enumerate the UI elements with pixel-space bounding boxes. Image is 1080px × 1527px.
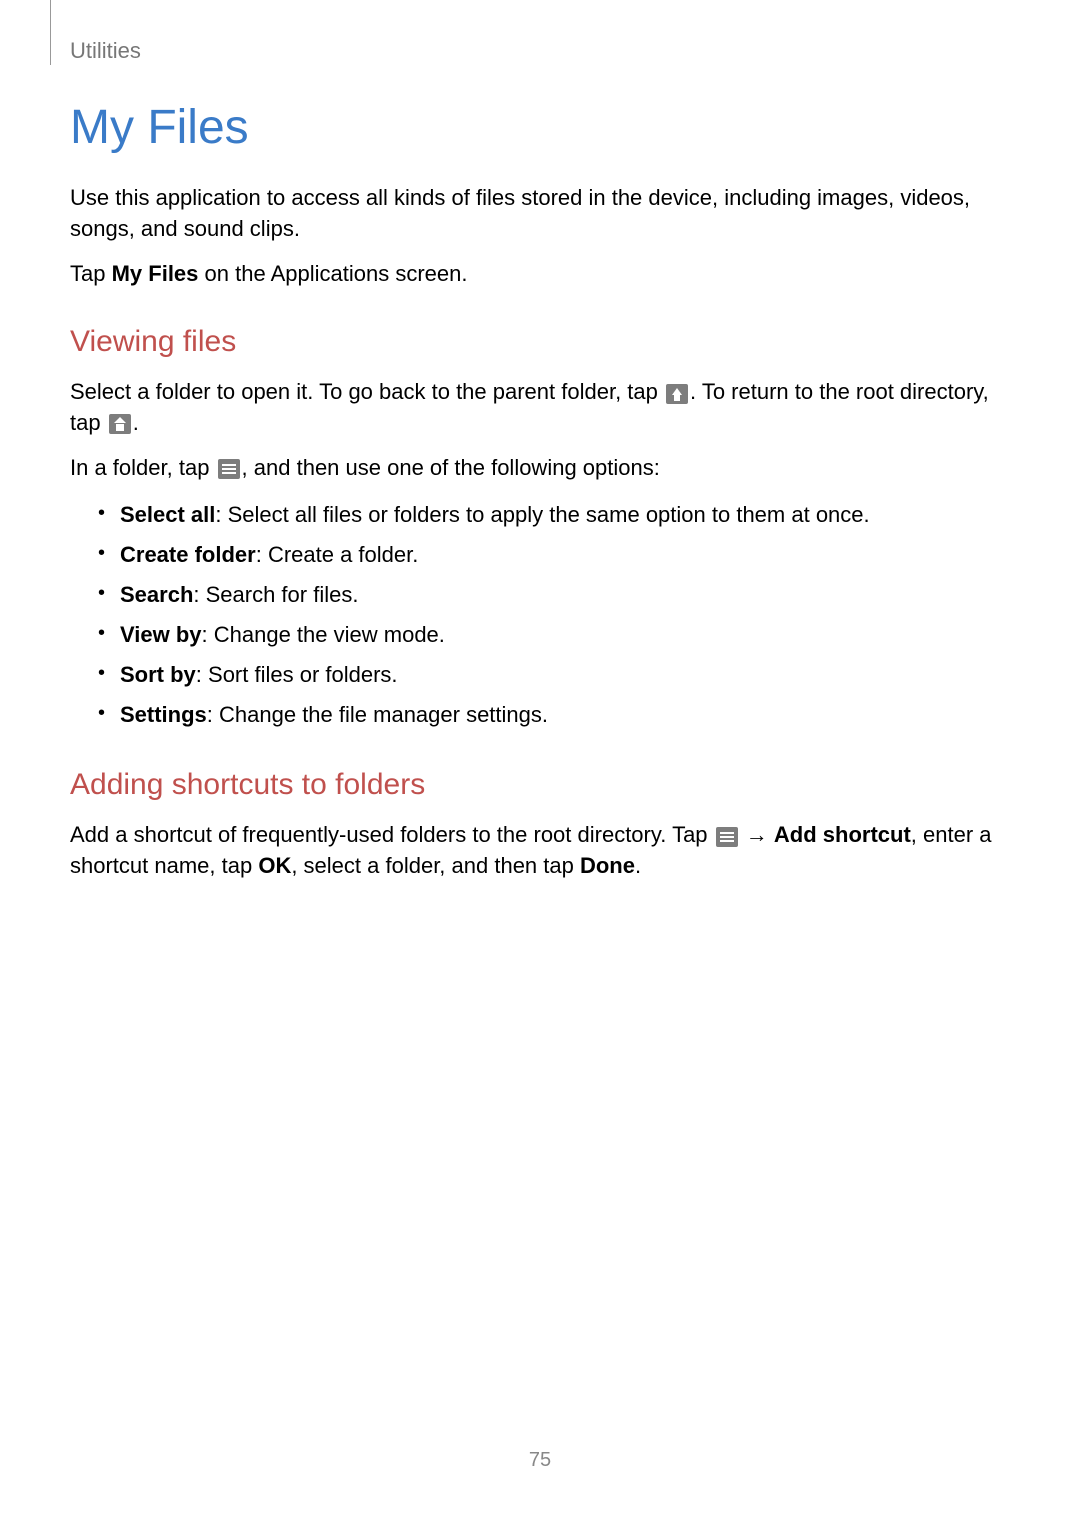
home-icon (109, 414, 131, 434)
shortcuts-p-e: , select a folder, and then tap (291, 853, 580, 878)
shortcuts-ok-label: OK (258, 853, 291, 878)
option-label: Select all (120, 502, 215, 527)
header-section-label: Utilities (70, 38, 141, 64)
page-content: My Files Use this application to access … (70, 100, 1010, 896)
option-label: Settings (120, 702, 207, 727)
option-desc: : Select all files or folders to apply t… (215, 502, 869, 527)
option-desc: : Change the file manager settings. (207, 702, 548, 727)
page-number: 75 (0, 1449, 1080, 1472)
intro-paragraph-1: Use this application to access all kinds… (70, 183, 1010, 245)
intro-p2-appname: My Files (112, 261, 199, 286)
shortcuts-p-g: . (635, 853, 641, 878)
viewing-p2-b: , and then use one of the following opti… (242, 455, 660, 480)
up-folder-icon (666, 384, 688, 404)
menu-icon (716, 827, 738, 847)
viewing-files-heading: Viewing files (70, 325, 1010, 359)
option-label: Create folder (120, 542, 256, 567)
shortcuts-done-label: Done (580, 853, 635, 878)
list-item: View by: Change the view mode. (98, 618, 1010, 652)
options-list: Select all: Select all files or folders … (70, 498, 1010, 733)
menu-icon (218, 459, 240, 479)
option-label: Sort by (120, 662, 196, 687)
list-item: Create folder: Create a folder. (98, 538, 1010, 572)
option-label: Search (120, 582, 193, 607)
page-title: My Files (70, 100, 1010, 155)
viewing-p1-a: Select a folder to open it. To go back t… (70, 379, 664, 404)
shortcuts-arrow: → (740, 822, 774, 847)
viewing-p2: In a folder, tap , and then use one of t… (70, 453, 1010, 484)
option-desc: : Change the view mode. (202, 622, 445, 647)
shortcuts-paragraph: Add a shortcut of frequently-used folder… (70, 820, 1010, 882)
list-item: Sort by: Sort files or folders. (98, 658, 1010, 692)
list-item: Settings: Change the file manager settin… (98, 698, 1010, 732)
adding-shortcuts-heading: Adding shortcuts to folders (70, 768, 1010, 802)
intro-p2-text-a: Tap (70, 261, 112, 286)
viewing-p2-a: In a folder, tap (70, 455, 216, 480)
viewing-p1-c: . (133, 410, 139, 435)
intro-paragraph-2: Tap My Files on the Applications screen. (70, 259, 1010, 290)
viewing-p1: Select a folder to open it. To go back t… (70, 377, 1010, 439)
list-item: Search: Search for files. (98, 578, 1010, 612)
list-item: Select all: Select all files or folders … (98, 498, 1010, 532)
header-side-rule (50, 0, 51, 65)
option-desc: : Sort files or folders. (196, 662, 398, 687)
option-desc: : Create a folder. (256, 542, 419, 567)
shortcuts-p-a: Add a shortcut of frequently-used folder… (70, 822, 714, 847)
shortcuts-add-label: Add shortcut (774, 822, 911, 847)
option-desc: : Search for files. (193, 582, 358, 607)
intro-p2-text-c: on the Applications screen. (198, 261, 467, 286)
option-label: View by (120, 622, 202, 647)
